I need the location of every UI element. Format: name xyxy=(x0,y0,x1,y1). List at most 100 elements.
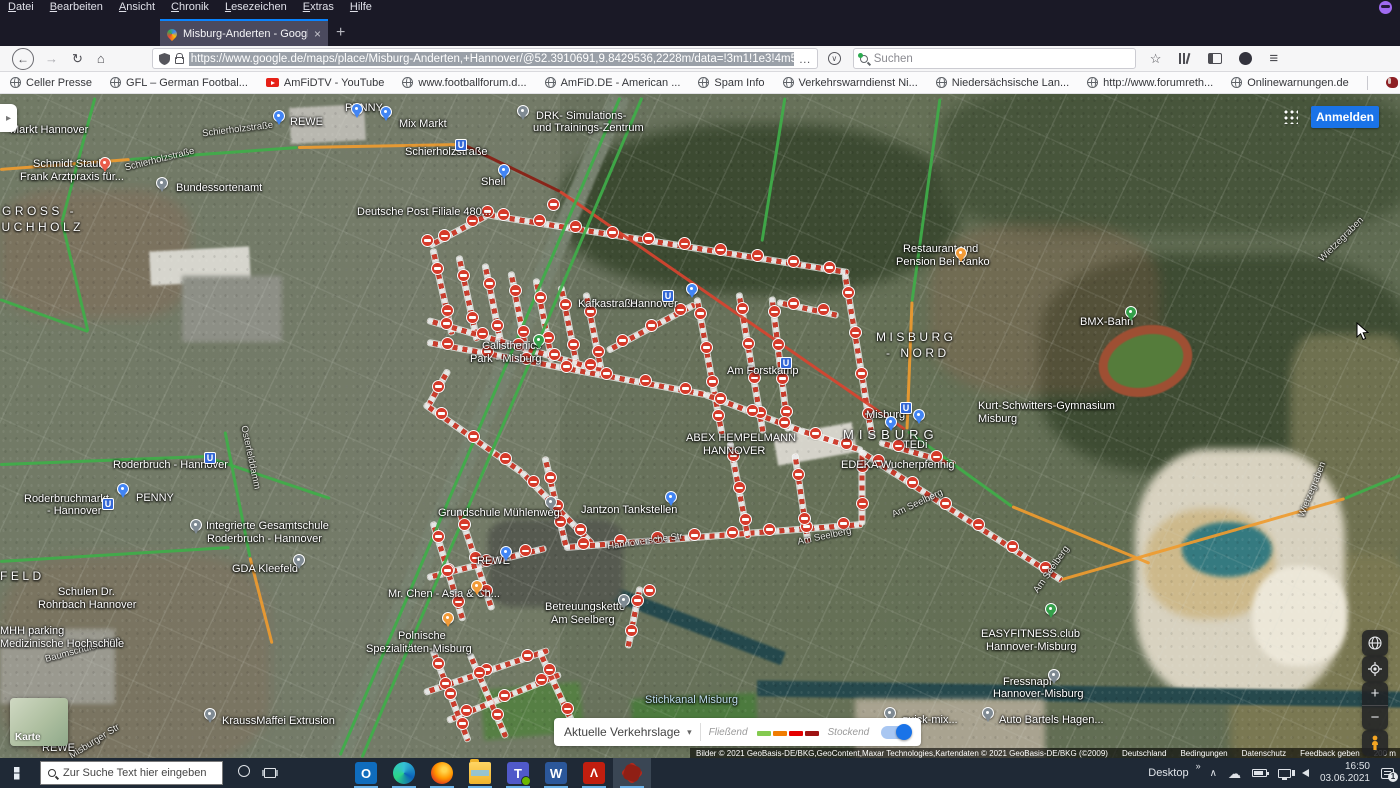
zoom-control: + − xyxy=(1362,682,1388,730)
traffic-toggle[interactable] xyxy=(881,726,911,739)
extension-icon[interactable] xyxy=(1239,52,1252,65)
reload-button[interactable]: ↻ xyxy=(72,52,83,65)
page-actions-icon[interactable]: … xyxy=(799,52,811,66)
windows-logo-icon xyxy=(14,767,27,780)
map-layer-button[interactable]: Karte xyxy=(10,698,68,746)
bookmark-item[interactable]: http://www.forumreth... xyxy=(1087,77,1213,89)
chevron-down-icon: ▾ xyxy=(687,727,692,738)
acrobat-app-icon xyxy=(583,762,605,784)
legend-swatch xyxy=(757,731,771,736)
splat-app-icon xyxy=(621,762,643,784)
desktop-toolbar[interactable]: Desktop» xyxy=(1148,767,1198,779)
search-bar[interactable]: Suchen xyxy=(853,48,1136,69)
back-button[interactable]: ← xyxy=(12,48,34,70)
battery-icon[interactable] xyxy=(1252,769,1267,777)
privacy-link[interactable]: Datenschutz xyxy=(1242,749,1286,758)
tab-misburg-anderten[interactable]: Misburg-Anderten - Google M × xyxy=(160,19,328,46)
action-center-icon[interactable]: 1 xyxy=(1381,768,1394,779)
profile-avatar-icon[interactable] xyxy=(1379,1,1392,14)
feedback-link[interactable]: Feedback geben xyxy=(1300,749,1360,758)
bookmark-item[interactable]: NewYorker Lions xyxy=(1386,77,1400,89)
map-attribution-bar: Bilder © 2021 GeoBasis-DE/BKG,GeoContent… xyxy=(690,748,1400,758)
side-panel-toggle[interactable]: ▸ xyxy=(0,104,17,132)
terms-link[interactable]: Bedingungen xyxy=(1180,749,1227,758)
globe-icon xyxy=(110,77,121,88)
url-bar[interactable]: https://www.google.de/maps/place/Misburg… xyxy=(152,48,818,69)
traffic-legend xyxy=(756,723,820,741)
menu-item-bearbeiten[interactable]: Bearbeiten xyxy=(50,0,103,15)
taskbar-search-box[interactable]: Zur Suche Text hier eingeben xyxy=(40,761,223,785)
menu-item-chronik[interactable]: Chronik xyxy=(171,0,209,15)
taskbar-app-outlook[interactable] xyxy=(347,758,385,788)
taskbar-clock[interactable]: 16:50 03.06.2021 xyxy=(1320,761,1370,786)
menu-item-extras[interactable]: Extras xyxy=(303,0,334,15)
globe-icon xyxy=(936,77,947,88)
taskbar-app-word[interactable] xyxy=(537,758,575,788)
taskbar-app-acrobat[interactable] xyxy=(575,758,613,788)
helmet-icon xyxy=(1386,77,1398,88)
bookmark-item[interactable]: AmFiD.DE - American ... xyxy=(545,77,681,89)
firefox-app-icon xyxy=(431,762,453,784)
bookmark-item[interactable]: Spam Info xyxy=(698,77,764,89)
bookmark-item[interactable]: Verkehrswarndienst Ni... xyxy=(783,77,918,89)
bookmark-star-icon[interactable]: ☆ xyxy=(1150,52,1162,65)
menu-item-ansicht[interactable]: Ansicht xyxy=(119,0,155,15)
library-icon[interactable] xyxy=(1178,52,1191,65)
bookmark-item[interactable]: Niedersächsische Lan... xyxy=(936,77,1069,89)
new-tab-button[interactable]: + xyxy=(336,19,345,46)
tab-bar: Misburg-Anderten - Google M × + xyxy=(0,15,1400,46)
country-label: Deutschland xyxy=(1122,749,1166,758)
onedrive-cloud-icon[interactable]: ☁ xyxy=(1228,767,1241,780)
bookmark-item[interactable]: AmFiDTV - YouTube xyxy=(266,77,384,89)
globe-icon xyxy=(1087,77,1098,88)
my-location-button[interactable] xyxy=(1362,656,1388,682)
bookmark-item[interactable]: www.footballforum.d... xyxy=(402,77,526,89)
legend-swatch xyxy=(805,731,819,736)
notification-badge: 1 xyxy=(1388,772,1398,782)
legend-congested-label: Stockend xyxy=(828,727,870,738)
network-icon[interactable] xyxy=(1278,769,1291,778)
taskbar-app-firefox[interactable] xyxy=(423,758,461,788)
forward-button[interactable]: → xyxy=(45,52,58,65)
menu-item-datei[interactable]: Datei xyxy=(8,0,34,15)
menu-item-lesezeichen[interactable]: Lesezeichen xyxy=(225,0,287,15)
taskbar-app-edge[interactable] xyxy=(385,758,423,788)
bookmark-item[interactable]: Onlinewarnungen.de xyxy=(1231,77,1349,89)
speaker-icon[interactable] xyxy=(1302,769,1309,777)
search-engine-icon xyxy=(860,55,868,63)
hidden-icons-chevron[interactable]: ∧ xyxy=(1210,768,1217,779)
traffic-layer-dropdown[interactable]: Aktuelle Verkehrslage▾ xyxy=(564,725,692,739)
bookmark-item[interactable]: GFL – German Footbal... xyxy=(110,77,248,89)
edge-app-icon xyxy=(393,762,415,784)
pegman-icon xyxy=(1369,735,1381,751)
zoom-out-button[interactable]: − xyxy=(1362,706,1388,730)
pegman-button[interactable] xyxy=(1362,730,1388,756)
home-button[interactable]: ⌂ xyxy=(97,52,105,65)
lock-icon[interactable] xyxy=(175,57,184,64)
toolbar-overflow-icon: » xyxy=(1196,761,1201,771)
map-viewport[interactable]: Markt HannoverSchmidt Staub,Frank Arztpr… xyxy=(0,94,1400,758)
signin-button[interactable]: Anmelden xyxy=(1311,106,1379,128)
tracking-shield-icon[interactable] xyxy=(159,53,170,65)
pocket-icon[interactable]: ∨ xyxy=(828,52,841,65)
taskbar-app-explorer[interactable] xyxy=(461,758,499,788)
tab-title: Misburg-Anderten - Google M xyxy=(183,28,308,40)
bookmark-item[interactable]: Celler Presse xyxy=(10,77,92,89)
cortana-button[interactable] xyxy=(231,764,257,782)
sidebar-icon[interactable] xyxy=(1208,53,1222,64)
url-text[interactable]: https://www.google.de/maps/place/Misburg… xyxy=(189,52,794,66)
taskbar-app-splat[interactable] xyxy=(613,758,651,788)
globe-view-button[interactable] xyxy=(1362,630,1388,656)
search-placeholder[interactable]: Suchen xyxy=(874,53,913,65)
taskbar-app-teams[interactable] xyxy=(499,758,537,788)
start-button[interactable] xyxy=(0,758,40,788)
mouse-cursor xyxy=(1356,322,1370,342)
tab-close-icon[interactable]: × xyxy=(314,27,321,41)
youtube-icon xyxy=(266,78,279,87)
menu-item-hilfe[interactable]: Hilfe xyxy=(350,0,372,15)
google-apps-grid-icon[interactable] xyxy=(1282,108,1298,124)
task-view-button[interactable] xyxy=(257,768,283,778)
zoom-in-button[interactable]: + xyxy=(1362,682,1388,706)
hamburger-menu-icon[interactable]: ≡ xyxy=(1269,51,1278,66)
globe-icon xyxy=(545,77,556,88)
